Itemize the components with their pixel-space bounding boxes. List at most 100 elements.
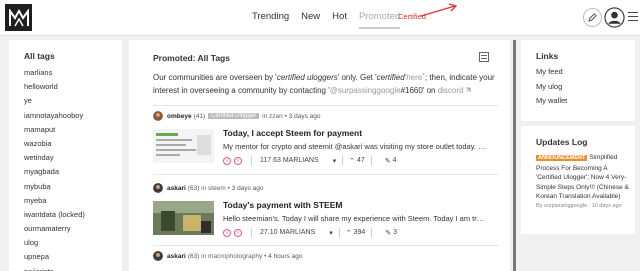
nav-hot[interactable]: Hot <box>332 11 347 29</box>
post-item[interactable]: askari (63) in steem • 3 days ago Today'… <box>153 178 499 248</box>
tag-link[interactable]: myagbada <box>24 166 122 180</box>
sidebar-title: All tags <box>24 51 55 61</box>
page-title: Promoted: All Tags <box>153 53 230 63</box>
notice-emphasis: certified uloggers <box>276 73 338 82</box>
notice-text: Our communities are overseen by ' <box>153 73 277 82</box>
tag-link[interactable]: mamaput <box>24 124 122 138</box>
divider <box>153 174 499 175</box>
main-nav: Trending New Hot Promoted <box>252 11 412 29</box>
post-title[interactable]: Today, I accept Steem for payment <box>223 128 362 138</box>
link-my-feed[interactable]: My feed <box>536 67 635 82</box>
post-excerpt[interactable]: My mentor for crypto and steemit @askari… <box>223 142 487 151</box>
post-title[interactable]: Today's payment with STEEM <box>223 200 342 210</box>
annotation-arrow-icon <box>420 3 458 17</box>
updates-title: Updates Log <box>536 137 588 147</box>
notice-text: #1660' on <box>400 85 438 95</box>
author-avatar[interactable] <box>153 111 163 121</box>
downvote-button[interactable]: ˅ <box>234 228 242 237</box>
pencil-icon <box>588 13 597 22</box>
post-community[interactable]: in zzan <box>262 113 283 120</box>
comment-count[interactable]: 3 <box>393 229 397 236</box>
upvote-button[interactable]: ˄ <box>223 156 231 165</box>
post-time: • 4 hours ago <box>264 252 303 260</box>
here-link[interactable]: 'here <box>405 73 423 82</box>
tag-link[interactable]: mybuba <box>24 181 122 195</box>
comment-count[interactable]: 4 <box>393 157 397 164</box>
downvote-button[interactable]: ˅ <box>234 156 242 165</box>
vote-count[interactable]: 394 <box>354 229 366 236</box>
discord-link[interactable]: discord <box>438 86 464 95</box>
tag-link[interactable]: ulog <box>24 237 122 251</box>
scrollbar-thumb[interactable] <box>513 40 516 271</box>
layout-toggle-icon[interactable] <box>479 52 489 62</box>
post-thumbnail[interactable] <box>153 129 214 163</box>
site-logo[interactable] <box>5 4 32 31</box>
post-community[interactable]: in steem <box>201 185 226 192</box>
post-meta: ombeye (41) Certified Ulogger in zzan • … <box>153 111 320 121</box>
post-item[interactable]: askari (63) in macrophotography • 4 hour… <box>153 248 499 268</box>
tag-link[interactable]: ourmamaterry <box>24 223 122 237</box>
post-thumbnail[interactable] <box>153 201 214 235</box>
comments-icon: ✎ <box>384 157 391 165</box>
notice-text: ' only. Get ' <box>337 73 377 82</box>
update-item[interactable]: ANNOUNCEMENT Simplified Process For Beco… <box>536 153 631 202</box>
post-time: • 3 days ago <box>227 184 264 192</box>
author-reputation: (63) <box>187 252 200 260</box>
top-navigation-bar: Trending New Hot Promoted Certified <box>0 0 640 36</box>
nav-trending[interactable]: Trending <box>252 11 289 29</box>
tag-link[interactable]: wazobia <box>24 138 122 152</box>
divider <box>342 156 344 165</box>
author-name[interactable]: askari <box>167 185 186 192</box>
vote-count[interactable]: 47 <box>357 157 365 164</box>
tag-link[interactable]: myeba <box>24 195 122 209</box>
divider <box>370 156 372 165</box>
payout-dropdown-icon[interactable]: ▾ <box>329 229 333 237</box>
author-name[interactable]: ombeye <box>167 113 192 120</box>
author-name[interactable]: askari <box>167 253 186 260</box>
link-my-wallet[interactable]: My wallet <box>536 96 635 111</box>
post-excerpt[interactable]: Hello steemian's. Today I will share my … <box>223 214 487 223</box>
post-meta: askari (63) in steem • 3 days ago <box>153 183 263 193</box>
links-title: Links <box>536 51 559 61</box>
write-post-button[interactable] <box>583 8 602 27</box>
tag-link[interactable]: iamnotayahooboy <box>24 110 122 124</box>
post-footer: ˄ ˅ 117.63 MARLIANS ▾ ⌃ 47 ✎ 4 <box>223 156 397 165</box>
external-link-icon <box>465 87 470 92</box>
notice-emphasis: certified <box>376 73 405 82</box>
votes-icon: ⌃ <box>349 157 356 165</box>
post-time: • 3 days ago <box>284 112 321 120</box>
certified-badge: Certified Ulogger <box>208 113 260 119</box>
payout-dropdown-icon[interactable]: ▾ <box>333 157 337 165</box>
divider <box>371 228 373 237</box>
nav-new[interactable]: New <box>301 11 320 29</box>
author-reputation: (63) <box>187 184 200 192</box>
hamburger-menu-icon[interactable] <box>628 12 638 23</box>
tag-link[interactable]: helloworld <box>24 81 122 95</box>
updates-log-panel: Updates Log ANNOUNCEMENT Simplified Proc… <box>521 126 635 234</box>
upvote-button[interactable]: ˄ <box>223 228 231 237</box>
tag-link[interactable]: wetinday <box>24 152 122 166</box>
tag-link[interactable]: marlians <box>24 67 122 81</box>
logo-icon <box>8 8 29 26</box>
payout-amount[interactable]: 117.63 MARLIANS <box>260 157 319 164</box>
divider <box>251 156 252 165</box>
tag-link[interactable]: iwantdata (locked) <box>24 209 122 223</box>
tag-link[interactable]: pajiarists <box>24 266 122 271</box>
nav-promoted[interactable]: Promoted <box>358 11 401 29</box>
author-avatar[interactable] <box>153 183 163 193</box>
post-item[interactable]: ombeye (41) Certified Ulogger in zzan • … <box>153 106 499 184</box>
divider <box>251 228 252 237</box>
contact-link[interactable]: @surpassinggoogle <box>330 86 401 95</box>
tag-link[interactable]: upnepa <box>24 251 122 265</box>
link-my-ulog[interactable]: My ulog <box>536 82 635 97</box>
divider <box>153 245 499 246</box>
links-panel: Links My feed My ulog My wallet <box>521 40 635 121</box>
update-byline: By surpassinggoogle . 10 days ago <box>536 202 622 209</box>
author-avatar[interactable] <box>153 251 163 261</box>
payout-amount[interactable]: 27.10 MARLIANS <box>260 229 315 236</box>
user-avatar-icon[interactable] <box>604 7 625 28</box>
divider <box>338 228 340 237</box>
post-community[interactable]: in macrophotography <box>201 253 262 260</box>
tag-link[interactable]: ye <box>24 95 122 109</box>
announcement-badge: ANNOUNCEMENT <box>536 155 588 161</box>
